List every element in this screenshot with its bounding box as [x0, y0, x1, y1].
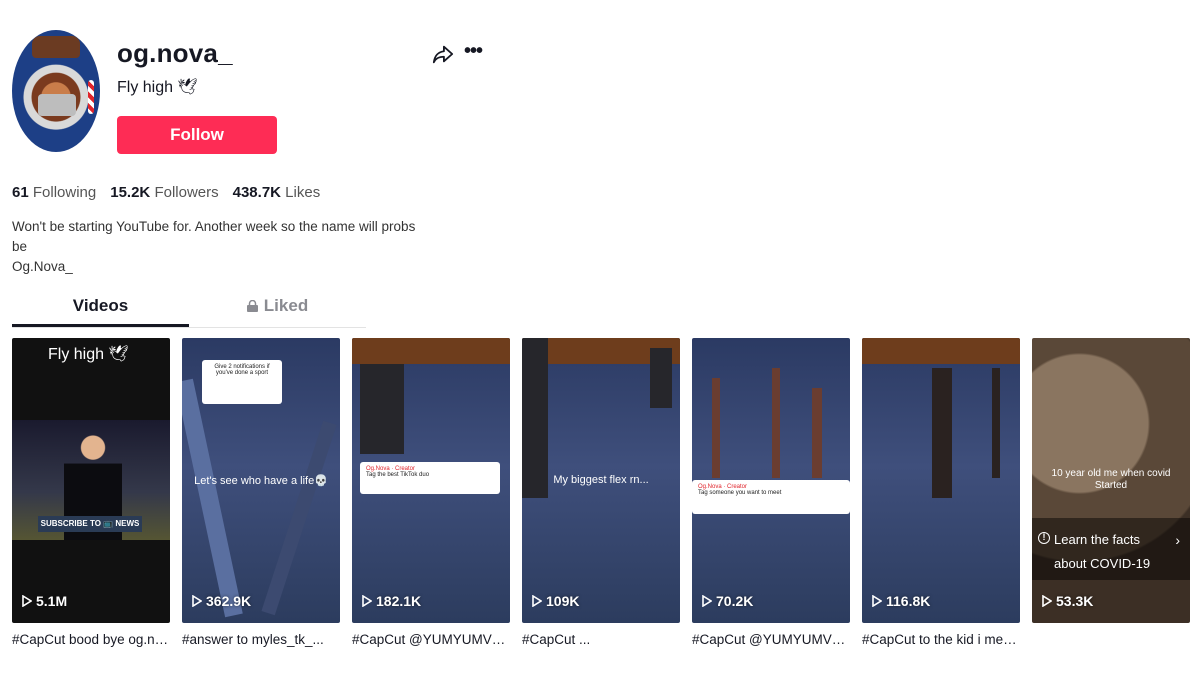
view-count-value: 182.1K [376, 593, 422, 609]
play-icon [362, 595, 372, 607]
share-icon[interactable] [432, 43, 454, 65]
avatar-mask [38, 94, 76, 116]
likes-label: Likes [285, 184, 321, 201]
avatar-hat [32, 36, 80, 58]
covid-info-text: Learn the facts about COVID-19 [1054, 532, 1151, 571]
followers-label: Followers [154, 184, 219, 201]
view-count: 182.1K [362, 593, 421, 609]
video-card[interactable]: Og.Nova · Creator Tag someone you want t… [692, 338, 850, 647]
profile-bio: Won't be starting YouTube for. Another w… [12, 217, 432, 277]
bio-line-2: Og.Nova_ [12, 259, 73, 274]
video-thumbnail[interactable]: 10 year old me when covid Started ! Lear… [1032, 338, 1190, 623]
view-count-value: 70.2K [716, 593, 754, 609]
followers-count: 15.2K [110, 184, 151, 201]
video-overlay-text: My biggest flex rn... [553, 474, 649, 486]
following-count: 61 [12, 184, 29, 201]
view-count: 109K [532, 593, 579, 609]
tab-liked-label: Liked [263, 296, 309, 315]
view-count: 70.2K [702, 593, 753, 609]
video-caption[interactable]: #CapCut @YUMYUMVR c... [692, 632, 850, 647]
view-count-value: 116.8K [886, 593, 931, 609]
play-icon [532, 595, 542, 607]
profile-nickname: Fly high 🕊 [117, 79, 198, 96]
tab-liked[interactable]: Liked [189, 290, 366, 327]
stat-following[interactable]: 61 Following [12, 184, 96, 201]
more-options-icon[interactable]: ••• [464, 41, 486, 64]
video-overlay-text: Let's see who have a life💀 [194, 475, 328, 487]
profile-tabs: Videos Liked [12, 290, 366, 328]
view-count-value: 5.1M [36, 593, 68, 609]
tab-videos-label: Videos [72, 296, 129, 315]
profile-username: og.nova_ [117, 38, 233, 68]
video-card[interactable]: 116.8K #CapCut to the kid i met i... [862, 338, 1020, 647]
stat-likes: 438.7K Likes [233, 184, 321, 201]
comment-text: Tag someone you want to meet [698, 490, 782, 496]
bio-line-1: Won't be starting YouTube for. Another w… [12, 219, 416, 254]
video-card[interactable]: Og.Nova · Creator Tag the best TikTok du… [352, 338, 510, 647]
profile-stats: 61 Following 15.2K Followers 438.7K Like… [12, 184, 320, 201]
following-label: Following [32, 184, 97, 201]
video-caption[interactable]: #CapCut @YUMYUMVR ... [352, 632, 510, 647]
stat-followers[interactable]: 15.2K Followers [110, 184, 218, 201]
avatar-candy-cane [88, 80, 94, 114]
video-overlay-text: Fly high 🕊 [48, 346, 129, 363]
play-icon [702, 595, 712, 607]
video-thumbnail[interactable]: Give 2 notifications if you've done a sp… [182, 338, 340, 623]
video-overlay-text: 10 year old me when covid Started [1051, 468, 1171, 491]
view-count: 5.1M [22, 593, 67, 609]
comment-bubble: Give 2 notifications if you've done a sp… [202, 360, 282, 404]
video-thumbnail[interactable]: Fly high 🕊 SUBSCRIBE TO 📺 NEWS 5.1M [12, 338, 170, 623]
comment-bubble: Og.Nova · Creator Tag someone you want t… [692, 480, 850, 514]
play-icon [192, 595, 202, 607]
play-icon [22, 595, 32, 607]
comment-bubble: Og.Nova · Creator Tag the best TikTok du… [360, 462, 500, 494]
play-icon [872, 595, 882, 607]
video-caption[interactable]: #CapCut bood bye og.no... [12, 632, 170, 647]
video-thumbnail[interactable]: 116.8K [862, 338, 1020, 623]
likes-count: 438.7K [232, 184, 281, 201]
view-count-value: 109K [546, 593, 580, 609]
profile-avatar[interactable] [12, 30, 100, 152]
view-count: 116.8K [872, 593, 930, 609]
video-thumbnail[interactable]: Og.Nova · Creator Tag the best TikTok du… [352, 338, 510, 623]
video-card[interactable]: Fly high 🕊 SUBSCRIBE TO 📺 NEWS 5.1M #Cap… [12, 338, 170, 647]
covid-info-banner[interactable]: ! Learn the facts about COVID-19 › [1032, 518, 1190, 580]
tab-videos[interactable]: Videos [12, 290, 189, 327]
view-count-value: 53.3K [1056, 593, 1094, 609]
play-icon [1042, 595, 1052, 607]
video-caption[interactable]: #CapCut to the kid i met i... [862, 632, 1020, 647]
video-caption[interactable]: #answer to myles_tk_... [182, 632, 340, 647]
chevron-right-icon: › [1175, 532, 1180, 548]
view-count: 362.9K [192, 593, 251, 609]
view-count: 53.3K [1042, 593, 1093, 609]
video-card[interactable]: My biggest flex rn... 109K #CapCut ... [522, 338, 680, 647]
follow-button[interactable]: Follow [117, 116, 277, 154]
video-card[interactable]: 10 year old me when covid Started ! Lear… [1032, 338, 1190, 647]
info-icon: ! [1038, 532, 1050, 544]
lock-icon [246, 300, 258, 312]
comment-text: Tag the best TikTok duo [366, 472, 430, 478]
news-ticker: SUBSCRIBE TO 📺 NEWS [38, 516, 142, 532]
video-card[interactable]: Give 2 notifications if you've done a sp… [182, 338, 340, 647]
video-caption[interactable]: #CapCut ... [522, 632, 680, 647]
view-count-value: 362.9K [206, 593, 252, 609]
video-thumbnail[interactable]: My biggest flex rn... 109K [522, 338, 680, 623]
video-thumbnail[interactable]: Og.Nova · Creator Tag someone you want t… [692, 338, 850, 623]
video-caption-text: #answer to myles_tk_... [182, 632, 324, 647]
video-grid: Fly high 🕊 SUBSCRIBE TO 📺 NEWS 5.1M #Cap… [12, 338, 1190, 647]
